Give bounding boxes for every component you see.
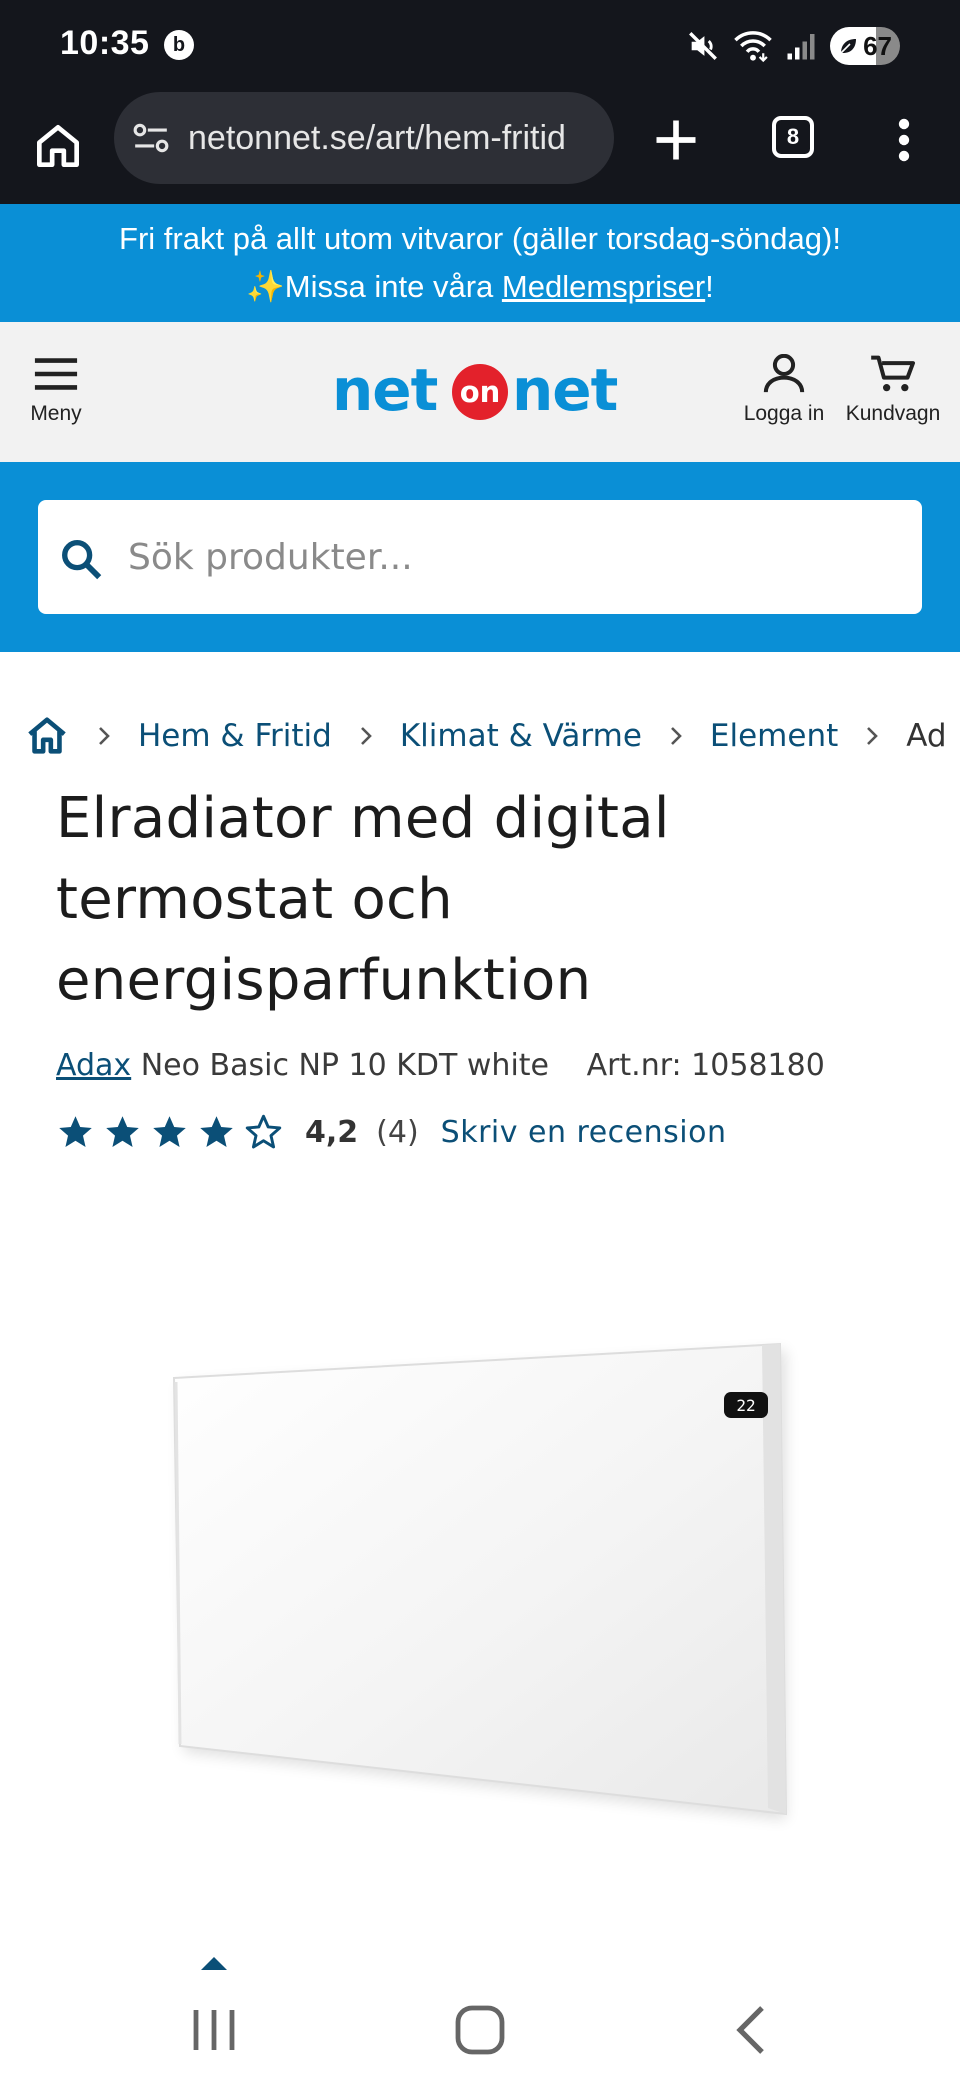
signal-icon bbox=[787, 34, 815, 60]
thermostat-display: 22 bbox=[736, 1396, 755, 1415]
logo-text-left: net bbox=[332, 358, 438, 420]
home-icon[interactable] bbox=[30, 118, 86, 174]
battery-icon: 67 bbox=[830, 27, 900, 65]
wifi-icon bbox=[734, 31, 772, 63]
status-bar: 10:35 b 67 bbox=[0, 0, 960, 92]
star-rating[interactable] bbox=[56, 1113, 283, 1152]
promo-line-1: Fri frakt på allt utom vitvaror (gäller … bbox=[119, 221, 841, 256]
breadcrumb: Hem & Fritid Klimat & Värme Element Ad bbox=[24, 708, 960, 764]
breadcrumb-item-element[interactable]: Element bbox=[710, 718, 838, 754]
battery-level: 67 bbox=[863, 30, 892, 61]
star-filled-icon bbox=[106, 1115, 139, 1147]
promo-line-2-suffix: ! bbox=[705, 269, 714, 304]
url-text[interactable]: netonnet.se/art/hem-fritid bbox=[188, 114, 598, 162]
new-tab-icon[interactable] bbox=[650, 114, 702, 166]
product-title: Elradiator med digital termostat och ene… bbox=[56, 786, 670, 1013]
rating-value: 4,2 bbox=[305, 1114, 359, 1150]
clock: 10:35 bbox=[60, 24, 150, 62]
notification-badge: b bbox=[164, 30, 194, 60]
user-icon bbox=[763, 354, 805, 393]
menu-label: Meny bbox=[30, 402, 82, 425]
promo-line-2: ✨Missa inte våra Medlemspriser! bbox=[0, 263, 960, 311]
scroll-up-arrow-icon[interactable] bbox=[199, 1955, 229, 1973]
brand-link[interactable]: Adax bbox=[56, 1048, 131, 1083]
cart-label: Kundvagn bbox=[845, 402, 941, 425]
netonnet-logo[interactable]: net on net bbox=[332, 358, 628, 420]
logo-text-right: net bbox=[512, 358, 618, 420]
hamburger-icon bbox=[34, 358, 78, 390]
recent-apps-icon[interactable] bbox=[184, 2004, 244, 2056]
star-filled-icon bbox=[200, 1115, 233, 1147]
breadcrumb-item-hem-fritid[interactable]: Hem & Fritid bbox=[138, 718, 332, 754]
login-label: Logga in bbox=[743, 402, 825, 425]
power-saving-icon bbox=[840, 39, 856, 54]
system-navigation-bar bbox=[0, 1980, 960, 2080]
rating-row: 4,2 (4) Skriv en recension bbox=[56, 1108, 726, 1156]
cart-button[interactable]: Kundvagn bbox=[840, 354, 946, 426]
address-bar[interactable]: netonnet.se/art/hem-fritid bbox=[114, 92, 614, 184]
star-outline-icon bbox=[245, 1114, 282, 1148]
mute-icon bbox=[689, 32, 717, 60]
product-meta: Adax Neo Basic NP 10 KDT white Art.nr: 1… bbox=[56, 1048, 825, 1083]
search-input[interactable] bbox=[128, 520, 888, 594]
site-header: Meny net on net Logga in Kundvagn bbox=[0, 322, 960, 462]
logo-text-middle: on bbox=[460, 375, 501, 409]
star-filled-icon bbox=[59, 1115, 92, 1147]
breadcrumb-item-klimat-varme[interactable]: Klimat & Värme bbox=[400, 718, 642, 754]
chevron-right-icon bbox=[360, 727, 372, 745]
article-number: Art.nr: 1058180 bbox=[586, 1048, 825, 1083]
write-review-link[interactable]: Skriv en recension bbox=[441, 1115, 727, 1150]
chevron-right-icon bbox=[670, 727, 682, 745]
search-band bbox=[0, 462, 960, 652]
menu-button[interactable]: Meny bbox=[22, 354, 90, 426]
member-prices-link[interactable]: Medlemspriser bbox=[502, 269, 705, 304]
browser-toolbar: netonnet.se/art/hem-fritid 8 bbox=[0, 92, 960, 204]
model-name: Neo Basic NP 10 KDT white bbox=[140, 1048, 550, 1083]
tab-switcher-icon[interactable]: 8 bbox=[772, 116, 814, 158]
search-box[interactable] bbox=[38, 500, 922, 614]
back-icon[interactable] bbox=[722, 2004, 782, 2056]
product-image[interactable]: 22 bbox=[150, 1320, 810, 1840]
promo-banner: Fri frakt på allt utom vitvaror (gäller … bbox=[0, 204, 960, 322]
star-filled-icon bbox=[153, 1115, 186, 1147]
home-button-icon[interactable] bbox=[450, 2004, 510, 2056]
more-icon[interactable] bbox=[892, 116, 916, 164]
status-icons: 67 bbox=[686, 26, 900, 66]
breadcrumb-item-adax[interactable]: Ad bbox=[906, 718, 946, 754]
site-settings-icon[interactable] bbox=[132, 120, 170, 156]
chevron-right-icon bbox=[99, 727, 110, 745]
review-count: (4) bbox=[376, 1114, 419, 1150]
cart-icon bbox=[871, 355, 915, 392]
login-button[interactable]: Logga in bbox=[738, 354, 830, 426]
breadcrumb-home-icon[interactable] bbox=[24, 713, 70, 759]
promo-line-2-prefix: ✨Missa inte våra bbox=[246, 269, 502, 304]
chevron-right-icon bbox=[867, 727, 879, 745]
search-icon bbox=[62, 540, 102, 580]
